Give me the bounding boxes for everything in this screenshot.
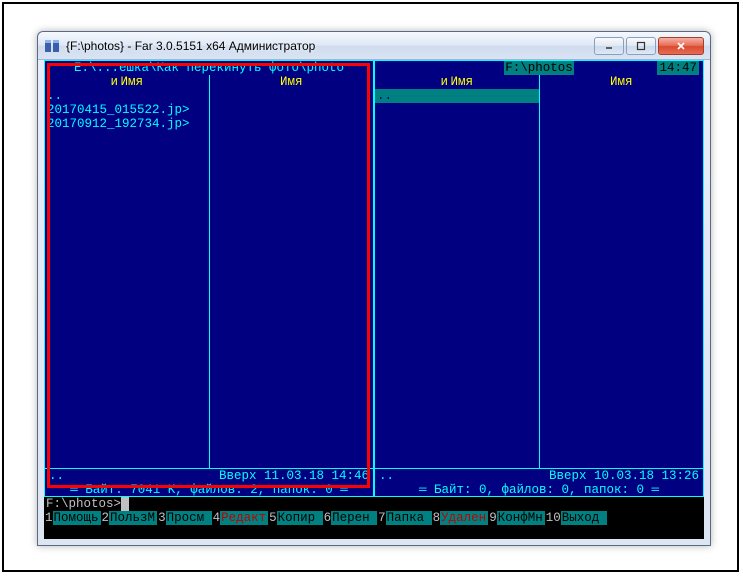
left-col1-short: и (110, 75, 120, 89)
right-panel[interactable]: F:\photos 14:47 иИмя Имя .. .. (374, 60, 704, 497)
right-columns: иИмя Имя (375, 75, 703, 89)
right-status-info: Байт: 0, файлов: 0, папок: 0 (434, 483, 644, 497)
right-file-area[interactable]: .. (375, 89, 703, 468)
key-f7[interactable]: 7Папка (377, 511, 432, 525)
right-file-updir[interactable]: .. (375, 89, 539, 103)
right-panel-path[interactable]: F:\photos 14:47 (375, 61, 703, 75)
command-line[interactable]: F:\photos> (44, 497, 704, 511)
app-icon (44, 38, 60, 54)
application-window: {F:\photos} - Far 3.0.5151 x64 Администр… (37, 31, 711, 546)
left-file-item[interactable]: 20170415_015522.jp> (45, 103, 209, 117)
right-col1-name: Имя (450, 75, 473, 89)
key-f2[interactable]: 2ПользМ (101, 511, 158, 525)
left-col2-name: Имя (280, 75, 303, 89)
window-controls (594, 37, 704, 55)
key-f1[interactable]: 1Помощь (44, 511, 101, 525)
clock: 14:47 (657, 61, 699, 75)
left-panel[interactable]: E:\...ешка\Как перекинуть фото\photo иИм… (44, 60, 374, 497)
left-col1-name: Имя (120, 75, 143, 89)
right-col1-short: и (440, 75, 450, 89)
key-f10[interactable]: 10Выход (545, 511, 607, 525)
right-col2-name: Имя (610, 75, 633, 89)
window-title: {F:\photos} - Far 3.0.5151 x64 Администр… (66, 39, 594, 53)
key-bar: 1Помощь 2ПользМ 3Просм 4Редакт 5Копир 6П… (44, 511, 704, 525)
key-f5[interactable]: 5Копир (268, 511, 323, 525)
maximize-button[interactable] (626, 37, 656, 55)
left-columns: иИмя Имя (45, 75, 373, 89)
left-panel-path[interactable]: E:\...ешка\Как перекинуть фото\photo (45, 61, 373, 75)
minimize-button[interactable] (594, 37, 624, 55)
key-f4[interactable]: 4Редакт (212, 511, 269, 525)
key-f3[interactable]: 3Просм (157, 511, 212, 525)
left-status-info: Байт: 7041 K, файлов: 2, папок: 0 (85, 483, 333, 497)
right-status-date: Вверх 10.03.18 13:26 (549, 469, 699, 483)
cmd-prompt: F:\photos> (46, 497, 121, 511)
left-panel-footer: .. Вверх 11.03.18 14:46 ═ Байт: 7041 K, … (45, 468, 373, 496)
left-file-updir[interactable]: .. (45, 89, 209, 103)
right-current-item: .. (379, 469, 394, 483)
left-path-text: E:\...ешка\Как перекинуть фото\photo (74, 61, 344, 75)
console-area: E:\...ешка\Как перекинуть фото\photo иИм… (44, 60, 704, 539)
left-file-item[interactable]: 20170912_192734.jp> (45, 117, 209, 131)
right-path-text: F:\photos (504, 61, 574, 75)
key-f8[interactable]: 8Удален (432, 511, 489, 525)
left-file-area[interactable]: .. 20170415_015522.jp> 20170912_192734.j… (45, 89, 373, 468)
key-f9[interactable]: 9КонфМн (488, 511, 545, 525)
close-button[interactable] (658, 37, 704, 55)
left-current-item: .. (49, 469, 64, 483)
key-f6[interactable]: 6Перен (323, 511, 378, 525)
cmd-cursor (121, 497, 129, 511)
left-status-date: Вверх 11.03.18 14:46 (219, 469, 369, 483)
right-panel-footer: .. Вверх 10.03.18 13:26 ═ Байт: 0, файло… (375, 468, 703, 496)
titlebar[interactable]: {F:\photos} - Far 3.0.5151 x64 Администр… (38, 32, 710, 60)
